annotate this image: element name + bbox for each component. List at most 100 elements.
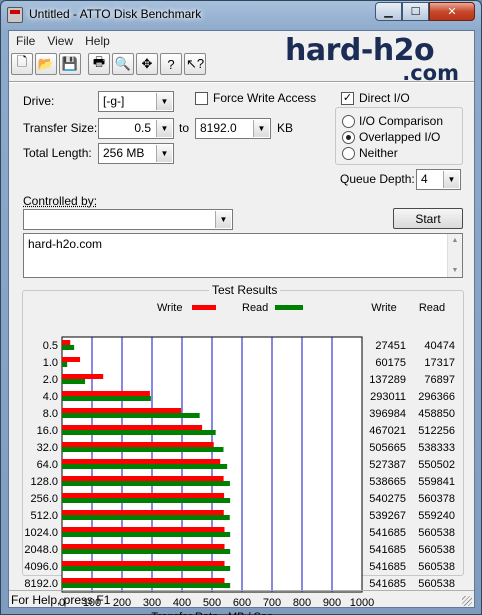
overlapped-io-radio[interactable] [342,131,355,144]
write-bar [62,357,81,362]
write-value: 538665 [369,476,406,488]
queue-depth-select[interactable]: 4 ▼ [416,169,461,190]
transfer-size-label: 16.0 [37,425,58,437]
chevron-down-icon[interactable]: ▼ [156,120,172,137]
maximize-button[interactable]: ☐ [402,2,429,21]
read-bar [62,345,75,350]
menu-view[interactable]: View [42,31,80,51]
read-bar [62,413,200,418]
read-bar [62,362,68,367]
start-button[interactable]: Start [393,208,463,229]
transfer-size-label: Transfer Size: [23,121,98,135]
write-value: 527387 [369,459,406,471]
force-write-label: Force Write Access [213,91,317,105]
legend-read-label: Read [242,302,268,314]
read-value: 560538 [418,578,455,590]
io-comparison-radio[interactable] [342,115,355,128]
drive-label: Drive: [23,94,55,108]
write-bar [62,442,214,447]
chevron-down-icon[interactable]: ▼ [215,211,231,228]
read-bar [62,515,230,520]
controlled-by-select[interactable]: ▼ [23,209,233,230]
context-help-icon[interactable]: ↖? [184,53,206,75]
transfer-unit-label: KB [277,121,294,135]
queue-depth-value: 4 [421,172,428,186]
close-button[interactable]: ✕ [429,2,475,21]
total-length-select[interactable]: 256 MB ▼ [98,143,174,164]
transfer-size-label: 8192.0 [24,578,58,590]
force-write-checkbox[interactable] [195,92,208,105]
write-value: 137289 [369,374,406,386]
write-bar [62,476,224,481]
write-value: 60175 [375,357,406,369]
read-value: 538333 [418,442,455,454]
chevron-down-icon[interactable]: ▼ [156,145,172,162]
write-value: 396984 [369,408,406,420]
write-bar [62,391,150,396]
neither-radio[interactable] [342,147,355,160]
resize-grip-icon[interactable] [462,596,472,606]
menu-file[interactable]: File [11,31,42,51]
read-value: 76897 [424,374,455,386]
print-preview-icon[interactable]: 🔍 [112,53,134,75]
read-bar [62,430,216,435]
scroll-down-icon[interactable]: ▼ [450,267,460,274]
app-icon[interactable] [7,7,23,23]
read-value: 40474 [424,340,455,352]
read-value: 560538 [418,527,455,539]
write-bar [62,340,71,345]
open-icon[interactable]: 📂 [35,53,57,75]
status-bar: For Help, press F1 [9,590,474,608]
client-area: File View Help hard-h2o .com 🗋 📂 💾 🖶 🔍 ✥… [8,30,475,615]
transfer-to-select[interactable]: 8192.0 ▼ [195,118,271,139]
read-bar [62,583,231,588]
write-value: 539267 [369,510,406,522]
write-bar [62,459,221,464]
transfer-size-label: 128.0 [30,476,58,488]
new-icon[interactable]: 🗋 [11,53,33,75]
minimize-button[interactable]: ▁ [375,2,402,21]
help-icon[interactable]: ? [160,53,182,75]
write-value: 541685 [369,527,406,539]
menu-help[interactable]: Help [80,31,117,51]
title-bar[interactable]: Untitled - ATTO Disk Benchmark ▁ ☐ ✕ [1,1,481,29]
write-bar [62,374,104,379]
write-value: 467021 [369,425,406,437]
transfer-from-value: 0.5 [134,121,151,135]
write-value: 505665 [369,442,406,454]
total-length-value: 256 MB [103,146,145,160]
chevron-down-icon[interactable]: ▼ [443,171,459,188]
x-axis-label: Transfer Rate - MB / Sec [151,611,273,615]
write-value: 540275 [369,493,406,505]
toolbar-divider [9,81,474,83]
write-bar [62,578,225,583]
transfer-from-select[interactable]: 0.5 ▼ [98,118,174,139]
write-bar [62,561,225,566]
status-text: For Help, press F1 [11,593,111,607]
chevron-down-icon[interactable]: ▼ [156,93,172,110]
scroll-up-icon[interactable]: ▲ [450,237,460,244]
print-icon[interactable]: 🖶 [88,53,110,75]
read-bar [62,532,231,537]
direct-io-label: Direct I/O [359,91,410,105]
write-column-header: Write [371,302,396,314]
direct-io-checkbox[interactable]: ✓ [341,92,354,105]
chevron-down-icon[interactable]: ▼ [253,120,269,137]
description-text: hard-h2o.com [28,237,103,251]
write-bar [62,425,203,430]
drive-select[interactable]: [-g-] ▼ [98,91,174,112]
read-value: 550502 [418,459,455,471]
write-bar [62,527,225,532]
controlled-by-label: Controlled by: [23,194,98,208]
move-icon[interactable]: ✥ [136,53,158,75]
description-scrollbar[interactable]: ▲ ▼ [447,234,462,277]
transfer-size-label: 1024.0 [24,527,58,539]
read-column-header: Read [419,302,445,314]
read-bar [62,379,86,384]
transfer-size-label: 8.0 [43,408,58,420]
write-bar [62,493,225,498]
save-icon[interactable]: 💾 [59,53,81,75]
neither-label: Neither [359,146,398,160]
description-textarea[interactable]: hard-h2o.com ▲ ▼ [23,233,463,278]
read-bar [62,464,228,469]
